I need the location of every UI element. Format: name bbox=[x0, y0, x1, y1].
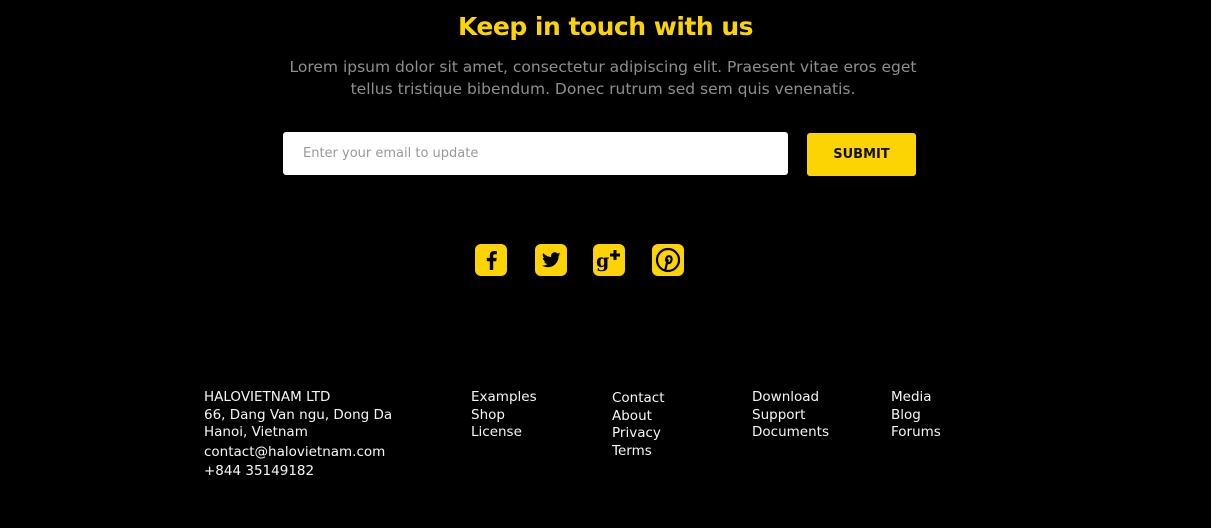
email-input[interactable] bbox=[283, 132, 788, 175]
footer-link-privacy[interactable]: Privacy bbox=[612, 425, 665, 443]
footer-column-1: Examples Shop License bbox=[471, 389, 537, 442]
company-address-line2: Hanoi, Vietnam bbox=[204, 424, 308, 440]
footer-link-forums[interactable]: Forums bbox=[891, 424, 941, 442]
pinterest-link[interactable] bbox=[652, 244, 684, 276]
footer-link-blog[interactable]: Blog bbox=[891, 407, 941, 425]
footer-column-4: Media Blog Forums bbox=[891, 389, 941, 442]
company-name: HALOVIETNAM LTD bbox=[204, 389, 331, 405]
footer-link-license[interactable]: License bbox=[471, 424, 537, 442]
footer-link-media[interactable]: Media bbox=[891, 389, 941, 407]
pinterest-icon bbox=[652, 244, 684, 276]
footer-column-2: Contact About Privacy Terms bbox=[612, 390, 665, 460]
footer-link-shop[interactable]: Shop bbox=[471, 407, 537, 425]
google-plus-link[interactable]: g bbox=[593, 244, 625, 276]
footer-link-support[interactable]: Support bbox=[752, 407, 829, 425]
footer-link-terms[interactable]: Terms bbox=[612, 443, 665, 461]
google-plus-icon: g bbox=[593, 244, 625, 276]
footer-link-contact[interactable]: Contact bbox=[612, 390, 665, 408]
svg-text:g: g bbox=[596, 250, 609, 272]
footer-link-about[interactable]: About bbox=[612, 408, 665, 426]
twitter-link[interactable] bbox=[535, 244, 567, 276]
footer-link-download[interactable]: Download bbox=[752, 389, 829, 407]
twitter-icon bbox=[535, 244, 567, 276]
company-email-link[interactable]: contact@halovietnam.com bbox=[204, 444, 392, 462]
company-address-line1: 66, Dang Van ngu, Dong Da bbox=[204, 406, 393, 423]
footer-column-3: Download Support Documents bbox=[752, 389, 829, 442]
footer-link-documents[interactable]: Documents bbox=[752, 424, 829, 442]
company-phone: +844 35149182 bbox=[204, 463, 315, 479]
footer-link-examples[interactable]: Examples bbox=[471, 389, 537, 407]
company-info: HALOVIETNAM LTD 66, Dang Van ngu, Dong D… bbox=[204, 389, 392, 481]
newsletter-description: Lorem ipsum dolor sit amet, consectetur … bbox=[289, 58, 917, 98]
newsletter-title: Keep in touch with us bbox=[457, 12, 754, 41]
facebook-icon bbox=[475, 244, 507, 276]
facebook-link[interactable] bbox=[475, 244, 507, 276]
submit-button[interactable]: SUBMIT bbox=[807, 133, 916, 176]
